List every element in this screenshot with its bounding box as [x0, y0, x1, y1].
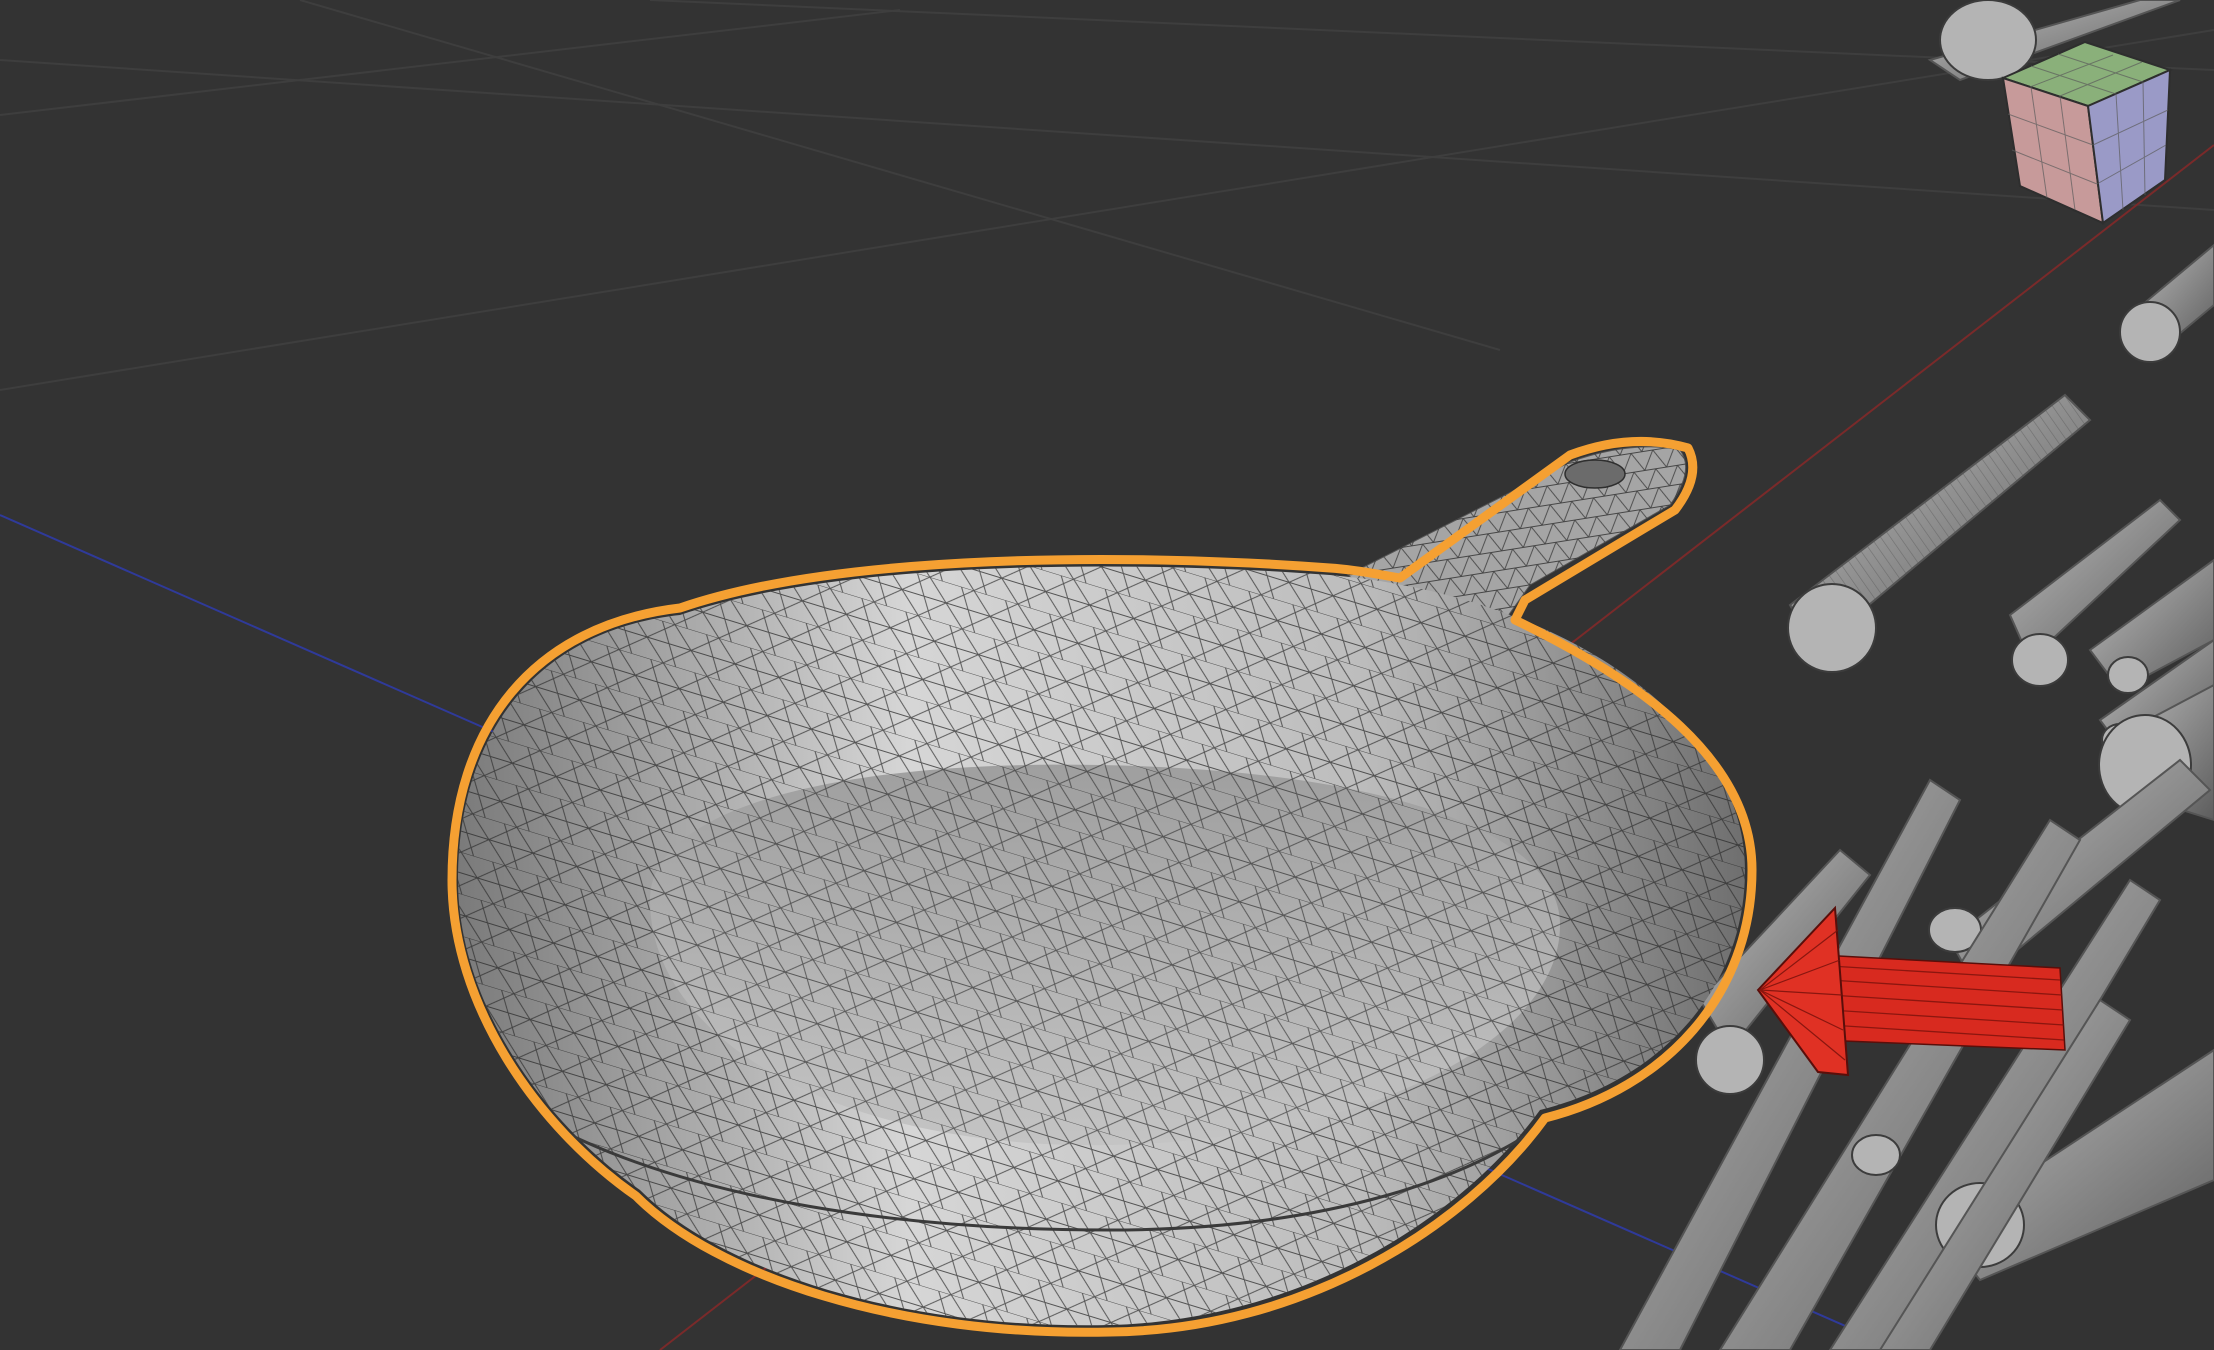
view-cube-icon[interactable]: [2000, 40, 2173, 225]
viewport-canvas[interactable]: [0, 0, 2214, 1350]
pipe-cap: [1851, 1134, 1901, 1176]
pipe-cap: [1939, 0, 2037, 81]
pipe-cap: [2107, 656, 2149, 694]
pipe-cap: [1787, 583, 1877, 673]
3d-viewport[interactable]: [0, 0, 2214, 1350]
pipe[interactable]: [2119, 243, 2214, 363]
handle-hole: [1564, 459, 1626, 489]
floor-grid: [0, 0, 2214, 391]
pipe-cap: [1695, 1025, 1765, 1095]
pipe-cap: [2119, 301, 2181, 363]
pipe-cap: [2011, 633, 2069, 687]
